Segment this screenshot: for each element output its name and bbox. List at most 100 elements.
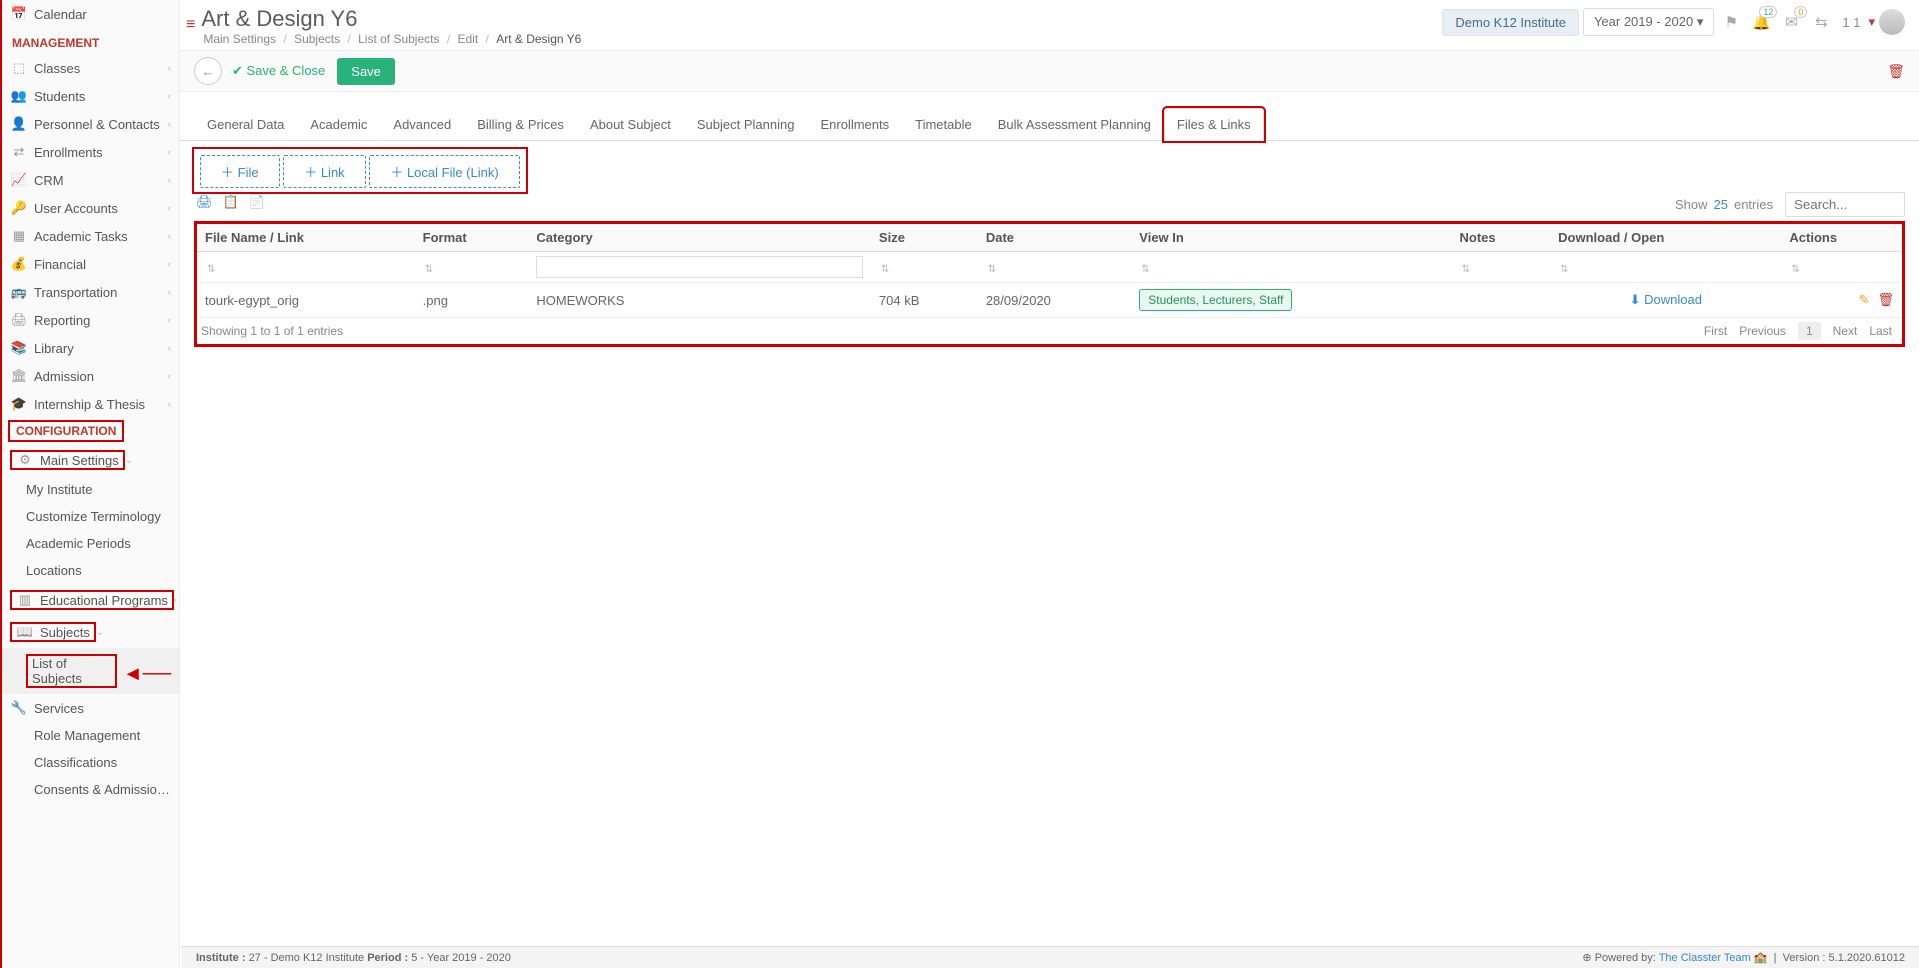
sidebar-item-user-accounts[interactable]: 🔑User Accounts‹: [2, 194, 179, 222]
sidebar-item-financial[interactable]: 💰Financial‹: [2, 250, 179, 278]
footer-period-label: Period :: [367, 952, 408, 964]
sidebar-item-classes[interactable]: ⬚Classes‹: [2, 54, 179, 82]
delete-icon[interactable]: 🗑: [1887, 63, 1905, 80]
cell-download: ⬇ Download: [1550, 283, 1781, 318]
user-number: 1 1: [1842, 15, 1860, 30]
sidebar-item-calendar[interactable]: 📅 Calendar: [2, 0, 179, 28]
sidebar-item-subjects[interactable]: 📖 Subjects ⌄: [2, 616, 179, 648]
add-link-button[interactable]: ＋ Link: [283, 155, 365, 188]
back-button[interactable]: ←: [194, 57, 222, 85]
pager-previous[interactable]: Previous: [1739, 324, 1786, 338]
tab-files-links[interactable]: Files & Links: [1164, 108, 1264, 141]
sort-icon[interactable]: ⇅: [425, 264, 433, 275]
show-count[interactable]: 25: [1714, 197, 1728, 212]
notif-badge: 12: [1759, 6, 1777, 18]
breadcrumb-item[interactable]: Subjects: [294, 32, 340, 46]
tab-bulk-assessment-planning[interactable]: Bulk Assessment Planning: [985, 108, 1164, 140]
calendar-icon: 📅: [10, 6, 28, 22]
sidebar-sub-locations[interactable]: Locations: [2, 557, 179, 584]
flag-icon[interactable]: ⚑: [1718, 9, 1744, 35]
column-view-in[interactable]: View In: [1131, 224, 1451, 252]
mail-icon[interactable]: ✉0: [1778, 9, 1804, 35]
avatar[interactable]: [1879, 9, 1905, 35]
pager-next[interactable]: Next: [1833, 324, 1858, 338]
sort-icon[interactable]: ⇅: [1791, 264, 1799, 275]
pager-first[interactable]: First: [1704, 324, 1727, 338]
year-label: Year 2019 - 2020: [1594, 14, 1693, 29]
show-label: Show: [1675, 197, 1708, 212]
table-search-input[interactable]: [1785, 192, 1905, 217]
sort-icon[interactable]: ⇅: [1141, 264, 1149, 275]
sidebar-item-admission[interactable]: 🏛Admission‹: [2, 362, 179, 390]
tab-enrollments[interactable]: Enrollments: [807, 108, 902, 140]
column-category[interactable]: Category: [528, 224, 871, 252]
column-actions[interactable]: Actions: [1781, 224, 1902, 252]
sort-icon[interactable]: ⇅: [1462, 264, 1470, 275]
tab-general-data[interactable]: General Data: [194, 108, 297, 140]
tab-advanced[interactable]: Advanced: [380, 108, 464, 140]
chevron-down-icon[interactable]: ▾: [1868, 14, 1875, 30]
sidebar-sub-customize-terminology[interactable]: Customize Terminology: [2, 503, 179, 530]
mail-badge: 0: [1794, 6, 1807, 18]
breadcrumb-item[interactable]: Main Settings: [203, 32, 276, 46]
sidebar-item-enrollments[interactable]: ⇄Enrollments‹: [2, 138, 179, 166]
sort-icon[interactable]: ⇅: [881, 264, 889, 275]
tab-subject-planning[interactable]: Subject Planning: [684, 108, 808, 140]
sidebar-item-label: Financial: [34, 257, 168, 272]
breadcrumb-item[interactable]: List of Subjects: [358, 32, 439, 46]
column-format[interactable]: Format: [415, 224, 529, 252]
tab-timetable[interactable]: Timetable: [902, 108, 985, 140]
institute-button[interactable]: Demo K12 Institute: [1442, 9, 1579, 36]
column-notes[interactable]: Notes: [1452, 224, 1551, 252]
sidebar-sub-list-of-subjects[interactable]: List of Subjects ◄──: [2, 648, 179, 694]
add-local-file-button[interactable]: ＋ Local File (Link): [369, 155, 519, 188]
save-button[interactable]: Save: [337, 58, 395, 85]
sidebar-item-services[interactable]: 🔧Services: [2, 694, 179, 722]
apps-icon[interactable]: ⇆: [1808, 9, 1834, 35]
tab-about-subject[interactable]: About Subject: [577, 108, 684, 140]
sidebar-item-internship-thesis[interactable]: 🎓Internship & Thesis‹: [2, 390, 179, 418]
column-date[interactable]: Date: [978, 224, 1131, 252]
sidebar-item-main-settings[interactable]: ⚙ Main Settings ⌄: [2, 444, 179, 476]
export-print-icon[interactable]: 🖨: [196, 194, 213, 210]
tab-academic[interactable]: Academic: [297, 108, 380, 140]
sidebar-item-transportation[interactable]: 🚌Transportation‹: [2, 278, 179, 306]
breadcrumb-item[interactable]: Edit: [458, 32, 479, 46]
sidebar-item-personnel-contacts[interactable]: 👤Personnel & Contacts‹: [2, 110, 179, 138]
column-file-name-link[interactable]: File Name / Link: [197, 224, 415, 252]
pager-1[interactable]: 1: [1798, 322, 1821, 340]
sidebar-sub-my-institute[interactable]: My Institute: [2, 476, 179, 503]
column-size[interactable]: Size: [871, 224, 978, 252]
edit-icon[interactable]: ✎: [1859, 292, 1870, 307]
sidebar-item-educational-programs[interactable]: ▥ Educational Programs ‹: [2, 584, 179, 616]
sort-icon[interactable]: ⇅: [988, 264, 996, 275]
sidebar-sub-academic-periods[interactable]: Academic Periods: [2, 530, 179, 557]
sliders-icon: ⚙: [16, 452, 34, 468]
pager-last[interactable]: Last: [1869, 324, 1892, 338]
team-link[interactable]: The Classter Team: [1659, 952, 1751, 964]
column-download-open[interactable]: Download / Open: [1550, 224, 1781, 252]
filter-category-input[interactable]: [536, 256, 863, 278]
sidebar-item-crm[interactable]: 📈CRM‹: [2, 166, 179, 194]
sidebar-item-consents-admission-data[interactable]: Consents & Admission Data: [2, 776, 179, 803]
tab-billing-prices[interactable]: Billing & Prices: [464, 108, 577, 140]
year-selector[interactable]: Year 2019 - 2020 ▾: [1583, 8, 1714, 36]
sidebar-item-classifications[interactable]: Classifications: [2, 749, 179, 776]
sort-icon[interactable]: ⇅: [207, 264, 215, 275]
education-icon: ▥: [16, 592, 34, 608]
notifications-icon[interactable]: 🔔12: [1748, 9, 1774, 35]
add-buttons-group: ＋ File ＋ Link ＋ Local File (Link): [194, 149, 526, 192]
menu-toggle-icon[interactable]: ≡: [186, 6, 201, 34]
sidebar-item-students[interactable]: 👥Students‹: [2, 82, 179, 110]
sidebar-item-academic-tasks[interactable]: ▦Academic Tasks‹: [2, 222, 179, 250]
export-excel-icon[interactable]: 📄: [249, 194, 265, 210]
sort-icon[interactable]: ⇅: [1560, 264, 1568, 275]
download-link[interactable]: ⬇ Download: [1630, 292, 1702, 307]
sidebar-item-library[interactable]: 📚Library‹: [2, 334, 179, 362]
delete-row-icon[interactable]: 🗑: [1877, 292, 1894, 307]
add-file-button[interactable]: ＋ File: [200, 155, 280, 188]
save-close-button[interactable]: ✔ Save & Close: [232, 63, 325, 79]
sidebar-item-role-management[interactable]: Role Management: [2, 722, 179, 749]
sidebar-item-reporting[interactable]: 🖨Reporting‹: [2, 306, 179, 334]
export-copy-icon[interactable]: 📋: [223, 194, 239, 210]
